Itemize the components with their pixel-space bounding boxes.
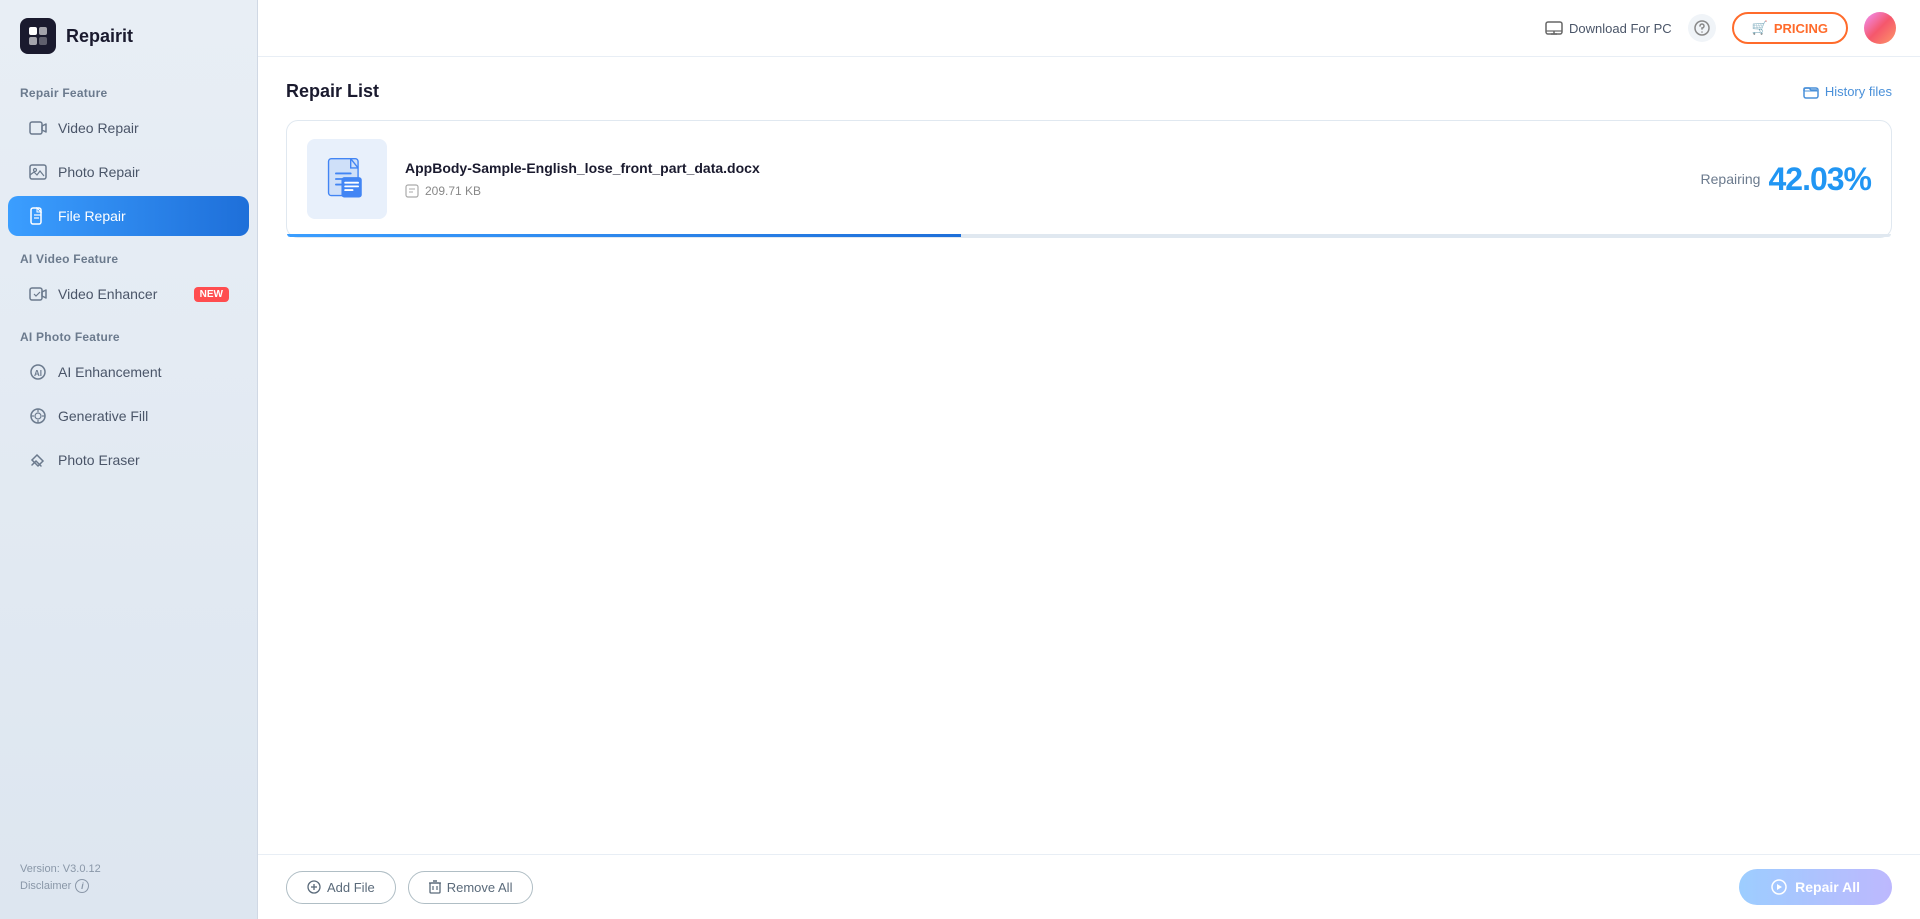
- pricing-button[interactable]: 🛒 PRICING: [1732, 12, 1848, 44]
- sidebar-item-photo-repair[interactable]: Photo Repair: [8, 152, 249, 192]
- repair-percent: 42.03%: [1768, 161, 1871, 198]
- sidebar-item-video-enhancer[interactable]: Video Enhancer NEW: [8, 274, 249, 314]
- repair-list-title: Repair List: [286, 81, 379, 102]
- photo-eraser-icon: [28, 450, 48, 470]
- remove-all-icon: [429, 880, 441, 894]
- download-for-pc-label: Download For PC: [1569, 21, 1672, 36]
- content-header: Repair List History files: [286, 81, 1892, 102]
- new-badge: NEW: [194, 287, 229, 302]
- file-info: AppBody-Sample-English_lose_front_part_d…: [405, 160, 1683, 198]
- svg-text:AI: AI: [34, 369, 42, 378]
- repair-all-label: Repair All: [1795, 879, 1860, 895]
- generative-fill-icon: [28, 406, 48, 426]
- add-file-label: Add File: [327, 880, 375, 895]
- download-for-pc-button[interactable]: Download For PC: [1545, 21, 1672, 36]
- sidebar-item-photo-repair-label: Photo Repair: [58, 164, 140, 180]
- sidebar-item-video-enhancer-label: Video Enhancer: [58, 286, 157, 302]
- progress-bar: [287, 234, 1891, 237]
- help-button[interactable]: [1688, 14, 1716, 42]
- bottom-actions: Add File Remove All: [286, 871, 533, 904]
- sidebar-item-ai-enhancement-label: AI Enhancement: [58, 364, 162, 380]
- sidebar-item-generative-fill[interactable]: Generative Fill: [8, 396, 249, 436]
- history-files-label: History files: [1825, 84, 1892, 99]
- file-thumbnail: [307, 139, 387, 219]
- file-size-row: 209.71 KB: [405, 184, 1683, 198]
- photo-repair-icon: [28, 162, 48, 182]
- app-logo-icon: [20, 18, 56, 54]
- sidebar-item-photo-eraser[interactable]: Photo Eraser: [8, 440, 249, 480]
- file-repair-icon: [28, 206, 48, 226]
- ai-photo-feature-section-label: AI Photo Feature: [0, 316, 257, 350]
- file-card: AppBody-Sample-English_lose_front_part_d…: [286, 120, 1892, 238]
- repair-all-button[interactable]: Repair All: [1739, 869, 1892, 905]
- repair-status-area: Repairing 42.03%: [1701, 161, 1871, 198]
- sidebar-item-photo-eraser-label: Photo Eraser: [58, 452, 140, 468]
- sidebar: Repairit Repair Feature Video Repair Pho…: [0, 0, 258, 919]
- file-size-icon: [405, 184, 419, 198]
- sidebar-item-file-repair-label: File Repair: [58, 208, 126, 224]
- file-list: AppBody-Sample-English_lose_front_part_d…: [286, 120, 1892, 830]
- pricing-label: PRICING: [1774, 21, 1828, 36]
- disclaimer-row[interactable]: Disclaimer i: [20, 879, 237, 893]
- content-area: Repair List History files: [258, 57, 1920, 854]
- sidebar-item-video-repair-label: Video Repair: [58, 120, 139, 136]
- info-icon: i: [75, 879, 89, 893]
- repair-feature-section-label: Repair Feature: [0, 72, 257, 106]
- repairing-label: Repairing: [1701, 171, 1761, 187]
- cart-icon: 🛒: [1752, 20, 1768, 36]
- video-repair-icon: [28, 118, 48, 138]
- repair-all-icon: [1771, 879, 1787, 895]
- sidebar-item-video-repair[interactable]: Video Repair: [8, 108, 249, 148]
- add-file-icon: [307, 880, 321, 894]
- main-content: Download For PC 🛒 PRICING Repair List: [258, 0, 1920, 919]
- file-name: AppBody-Sample-English_lose_front_part_d…: [405, 160, 1683, 176]
- app-name: Repairit: [66, 26, 133, 47]
- history-files-link[interactable]: History files: [1803, 84, 1892, 99]
- user-avatar[interactable]: [1864, 12, 1896, 44]
- remove-all-button[interactable]: Remove All: [408, 871, 534, 904]
- video-enhancer-icon: [28, 284, 48, 304]
- progress-fill: [287, 234, 961, 237]
- version-text: Version: V3.0.12: [20, 863, 237, 875]
- sidebar-item-generative-fill-label: Generative Fill: [58, 408, 148, 424]
- bottombar: Add File Remove All Repair All: [258, 854, 1920, 919]
- sidebar-item-file-repair[interactable]: File Repair: [8, 196, 249, 236]
- disclaimer-label: Disclaimer: [20, 880, 71, 892]
- sidebar-item-ai-enhancement[interactable]: AI AI Enhancement: [8, 352, 249, 392]
- remove-all-label: Remove All: [447, 880, 513, 895]
- sidebar-footer: Version: V3.0.12 Disclaimer i: [0, 853, 257, 903]
- ai-enhancement-icon: AI: [28, 362, 48, 382]
- logo-area[interactable]: Repairit: [0, 0, 257, 72]
- add-file-button[interactable]: Add File: [286, 871, 396, 904]
- ai-video-feature-section-label: AI Video Feature: [0, 238, 257, 272]
- file-size: 209.71 KB: [425, 184, 481, 198]
- topbar: Download For PC 🛒 PRICING: [258, 0, 1920, 57]
